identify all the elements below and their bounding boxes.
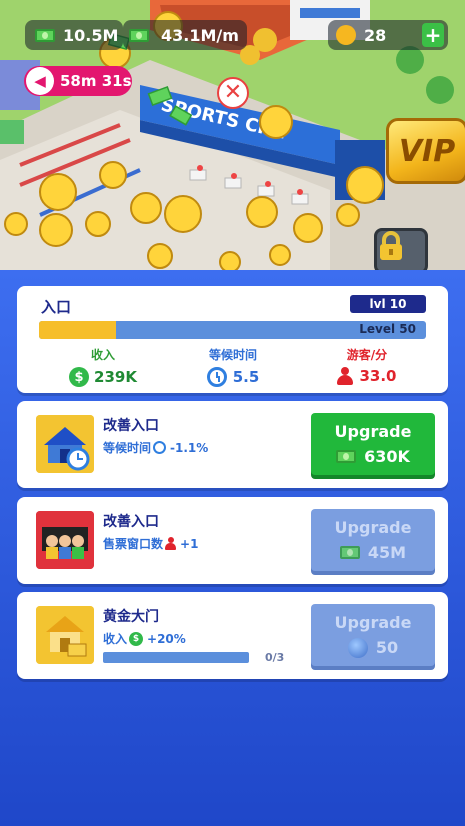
game-scene[interactable]: SPORTS CITY 10.5M 43.1M/m 28 + ◀ 58m 31s…: [0, 0, 465, 270]
clock-icon: [153, 441, 167, 454]
upgrade-button-label: Upgrade: [334, 612, 412, 632]
level-progress-label: Level 50: [359, 322, 416, 336]
wait-time-stat: 等候时间 5.5: [173, 346, 293, 387]
visitor-icon: [337, 367, 354, 385]
upgrade-progress-label: 0/3: [265, 651, 285, 664]
golden-gate-thumbnail: [36, 606, 94, 664]
coin-icon: $: [129, 631, 144, 646]
ticket-window-thumbnail: [36, 511, 94, 569]
cash-icon: [339, 546, 360, 559]
income-rate-value: 43.1M/m: [161, 25, 239, 45]
upgrade-price: 45M: [367, 543, 407, 562]
locked-area-button[interactable]: [374, 228, 428, 270]
trophy-icon: [336, 25, 356, 45]
upgrade-effect-label: 收入: [103, 632, 128, 646]
wait-time-value: 5.5: [232, 368, 260, 386]
upgrade-card-ticket-windows: 改善入口 售票窗口数 +1 Upgrade 45M: [17, 497, 448, 584]
megaphone-icon: ◀: [26, 67, 54, 95]
upgrade-price: 630K: [364, 447, 410, 466]
income-stat: 收入 $ 239K: [43, 346, 163, 387]
upgrade-button[interactable]: Upgrade 630K: [311, 413, 435, 475]
upgrade-button-disabled[interactable]: Upgrade 45M: [311, 509, 435, 571]
income-rate-counter: 43.1M/m: [123, 20, 247, 50]
upgrade-card-golden-gate: 黄金大门 收入 $ +20% 0/3 Upgrade 50: [17, 592, 448, 679]
upgrade-effect: 等候时间 -1.1%: [103, 439, 208, 456]
income-value: 239K: [94, 368, 137, 386]
vip-button[interactable]: VIP: [386, 118, 465, 184]
upgrade-button-label: Upgrade: [334, 422, 412, 441]
upgrade-effect: 售票窗口数 +1: [103, 535, 198, 552]
clock-icon: [206, 367, 227, 387]
income-coin-icon: $: [69, 367, 90, 387]
visitors-value: 33.0: [359, 367, 397, 385]
upgrade-button-disabled[interactable]: Upgrade 50: [311, 604, 435, 666]
upgrade-title: 改善入口: [103, 514, 159, 530]
cash-counter: 10.5M: [25, 20, 123, 50]
entrance-stats-card: 入口 lvl 10 Level 50 收入 $ 239K 等候时间 5.5 游客…: [17, 286, 448, 393]
stats-title: 入口: [41, 298, 72, 316]
upgrade-card-wait-time: 改善入口 等候时间 -1.1% Upgrade 630K: [17, 401, 448, 488]
upgrade-title: 黄金大门: [103, 609, 159, 625]
cash-icon: [336, 450, 357, 463]
level-progress-bar: Level 50: [39, 321, 426, 339]
wait-time-label: 等候时间: [208, 348, 257, 362]
upgrade-title: 改善入口: [103, 418, 159, 434]
timer-value: 58m 31s: [60, 72, 132, 90]
upgrade-effect-label: 等候时间: [103, 441, 152, 455]
event-timer[interactable]: ◀ 58m 31s: [24, 66, 132, 96]
visitors-stat: 游客/分 33.0: [307, 346, 427, 385]
visitor-icon: [165, 537, 177, 550]
visitors-label: 游客/分: [346, 348, 388, 362]
income-label: 收入: [90, 348, 115, 362]
upgrade-effect-value: +20%: [147, 631, 186, 646]
upgrade-effect: 收入 $ +20%: [103, 630, 186, 647]
upgrade-effect-value: -1.1%: [170, 440, 209, 455]
cash-icon: [35, 28, 55, 42]
upgrade-progress-bar: [103, 652, 249, 663]
level-badge: lvl 10: [350, 295, 426, 313]
upgrade-effect-value: +1: [180, 536, 199, 551]
upgrade-button-label: Upgrade: [334, 518, 412, 537]
trophy-value: 28: [364, 25, 387, 45]
upgrade-price: 50: [375, 638, 399, 657]
upgrade-panel: 入口 lvl 10 Level 50 收入 $ 239K 等候时间 5.5 游客…: [0, 270, 465, 826]
cash-value: 10.5M: [63, 25, 119, 45]
trophy-counter: 28 +: [328, 20, 448, 50]
income-rate-icon: [129, 28, 149, 42]
add-trophies-button[interactable]: +: [422, 23, 444, 47]
padlock-icon: [380, 231, 402, 260]
close-button[interactable]: ✕: [217, 77, 249, 109]
upgrade-effect-label: 售票窗口数: [103, 537, 164, 551]
entrance-gate-thumbnail: [36, 415, 94, 473]
level-progress-fill: [39, 321, 117, 339]
gem-icon: [347, 637, 368, 658]
